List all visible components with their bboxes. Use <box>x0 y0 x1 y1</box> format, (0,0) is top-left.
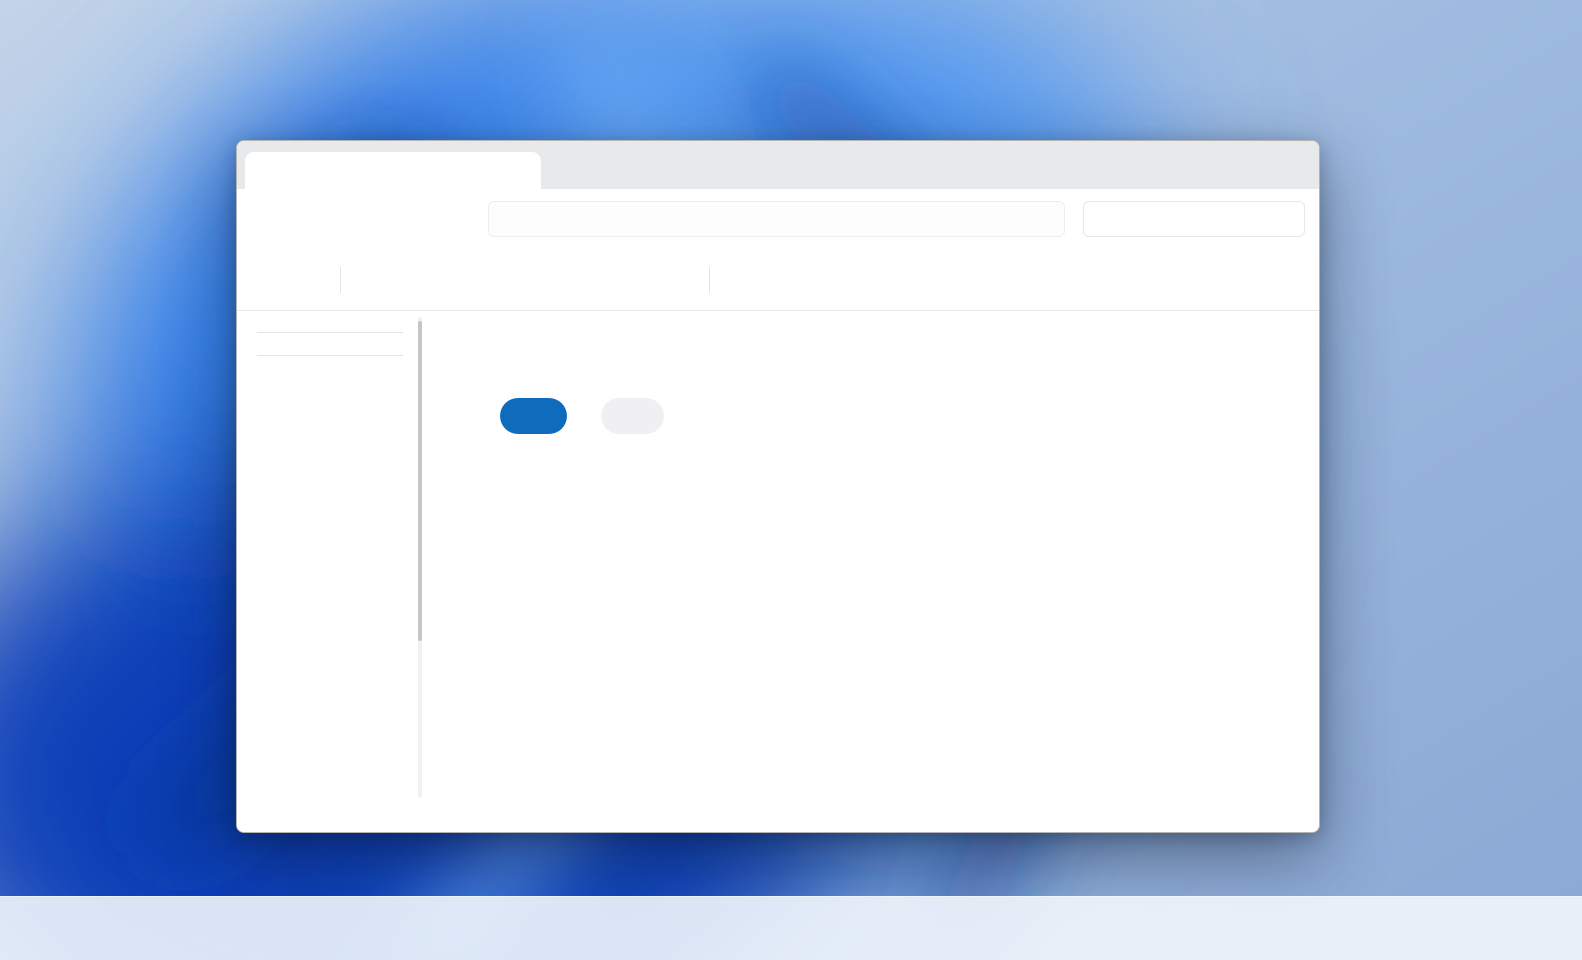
chevron-down-icon <box>893 274 904 285</box>
close-icon <box>1284 158 1298 172</box>
refresh-button[interactable] <box>430 201 466 237</box>
search-input[interactable] <box>1096 211 1270 227</box>
sidebar-separator <box>257 332 403 333</box>
view-icon <box>796 270 815 289</box>
people-icon <box>619 407 637 425</box>
delete-icon <box>665 270 685 290</box>
collapse-quick-access-chevron-icon[interactable] <box>463 335 479 351</box>
content-pane <box>433 311 1319 804</box>
details-pane-icon <box>1259 270 1278 289</box>
system-tray <box>1492 897 1582 960</box>
minimize-button[interactable] <box>1148 141 1205 189</box>
up-button[interactable] <box>371 201 407 237</box>
share-button[interactable] <box>593 260 637 300</box>
more-options-button[interactable] <box>920 260 964 300</box>
chevron-right-icon[interactable] <box>526 214 537 225</box>
close-icon <box>514 165 526 177</box>
navigation-bar <box>237 189 1319 249</box>
maximize-button[interactable] <box>1205 141 1262 189</box>
close-button[interactable] <box>1262 141 1319 189</box>
back-icon <box>262 210 280 228</box>
title-bar[interactable] <box>237 141 1319 189</box>
maximize-icon <box>1227 158 1241 172</box>
plus-circle-icon <box>271 270 291 290</box>
delete-button[interactable] <box>653 260 697 300</box>
navigation-pane <box>237 311 419 804</box>
search-icon <box>1278 211 1294 227</box>
copy-icon <box>425 270 445 290</box>
scrollbar-thumb[interactable] <box>418 321 422 641</box>
paste-icon <box>485 270 505 290</box>
more-icon <box>933 270 952 289</box>
forward-icon <box>321 210 339 228</box>
address-bar[interactable] <box>488 201 1065 237</box>
back-button[interactable] <box>253 201 289 237</box>
new-button[interactable] <box>261 260 328 300</box>
chevron-down-icon <box>765 274 776 285</box>
sidebar-separator <box>257 355 403 356</box>
refresh-icon <box>439 210 457 228</box>
view-button[interactable] <box>786 260 850 300</box>
cut-icon <box>365 270 385 290</box>
expand-favorites-chevron-icon[interactable] <box>463 408 479 424</box>
breadcrumb-segment-home[interactable] <box>546 217 554 221</box>
search-box[interactable] <box>1083 201 1305 237</box>
filter-button[interactable] <box>850 260 914 300</box>
paste-button[interactable] <box>473 260 517 300</box>
details-button[interactable] <box>1249 260 1295 300</box>
cut-button[interactable] <box>353 260 397 300</box>
minimize-icon <box>1170 158 1184 172</box>
tab-home[interactable] <box>245 152 541 189</box>
file-explorer-window <box>236 140 1320 833</box>
share-icon <box>605 270 625 290</box>
toolbar-separator <box>709 266 710 293</box>
chevron-down-icon <box>829 274 840 285</box>
sidebar-scrollbar[interactable] <box>418 317 422 798</box>
favorites-button[interactable] <box>500 398 567 434</box>
up-icon <box>380 210 398 228</box>
home-outline-icon <box>501 211 517 227</box>
star-icon <box>520 407 538 425</box>
explorer-body <box>237 311 1319 804</box>
chevron-down-icon <box>307 274 318 285</box>
toolbar-separator <box>340 266 341 293</box>
home-icon <box>259 163 275 179</box>
chevron-right-icon[interactable] <box>563 214 574 225</box>
tab-close-button[interactable] <box>509 160 531 182</box>
copy-button[interactable] <box>413 260 457 300</box>
rename-icon <box>545 270 565 290</box>
status-bar <box>237 804 1319 832</box>
sort-button[interactable] <box>722 260 786 300</box>
sort-icon <box>732 270 751 289</box>
rename-button[interactable] <box>533 260 577 300</box>
plus-icon <box>563 161 577 175</box>
filter-icon <box>860 270 879 289</box>
command-toolbar <box>237 249 1319 311</box>
shared-button[interactable] <box>601 398 664 434</box>
tray-overflow-button[interactable] <box>1516 922 1530 936</box>
forward-button[interactable] <box>312 201 348 237</box>
window-controls <box>1148 141 1319 189</box>
taskbar <box>0 896 1582 960</box>
new-tab-button[interactable] <box>555 153 585 183</box>
